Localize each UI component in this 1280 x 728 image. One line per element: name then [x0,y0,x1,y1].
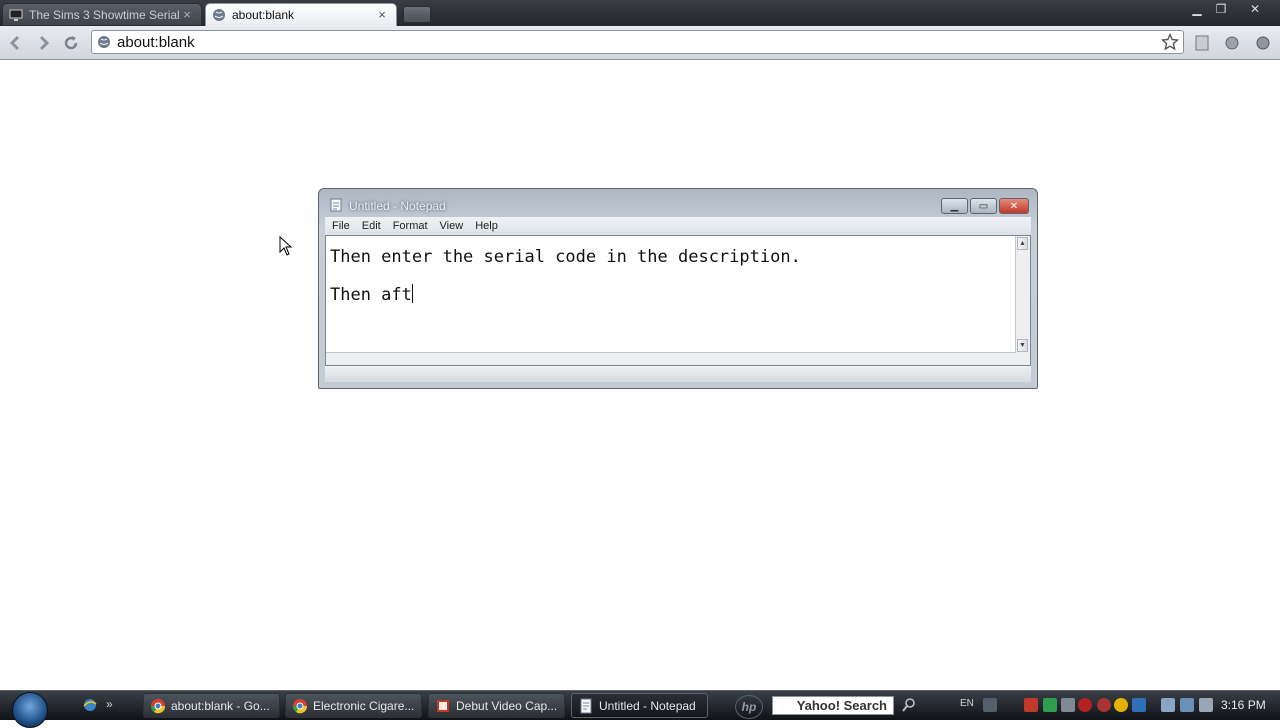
reload-icon [64,36,78,50]
forward-button[interactable] [32,32,54,54]
forward-arrow-icon [39,35,50,51]
network-icon[interactable] [1180,698,1194,712]
notepad-window[interactable]: Untitled - Notepad ▁ ▭ ✕ File Edit Forma… [318,188,1038,389]
new-tab-button[interactable] [403,6,431,23]
task-chrome-about-blank[interactable]: about:blank - Go... [143,693,280,718]
minimize-icon[interactable]: ▁ [1186,0,1208,18]
back-button[interactable] [5,32,27,54]
keyboard-icon[interactable] [983,698,997,712]
task-label: Debut Video Cap... [456,698,558,713]
tab-about-blank[interactable]: about:blank × [205,3,397,26]
quick-launch-ie-icon[interactable] [82,697,98,713]
extension-glyph [1256,36,1270,50]
hp-logo: hp [735,695,763,719]
messenger-icon[interactable] [1114,698,1128,712]
menu-edit[interactable]: Edit [357,220,386,232]
globe-icon [213,9,225,21]
page-icon [98,36,110,48]
horizontal-scrollbar[interactable] [326,352,1016,365]
scroll-up-icon[interactable]: ▲ [1017,237,1028,250]
restore-icon[interactable]: ❐ [1210,0,1232,18]
quick-launch-more-icon[interactable]: » [106,697,122,713]
extension-icon[interactable] [1252,32,1274,54]
text-content: Then enter the serial code in the descri… [330,238,801,314]
language-indicator[interactable]: EN [960,698,974,709]
text-line-2-content: Then aft [330,285,412,305]
monitor-icon [9,9,23,21]
notepad-maximize-button[interactable]: ▭ [970,198,997,214]
tab-title: about:blank [232,8,295,22]
page-icon [1195,35,1209,51]
clock[interactable]: 3:16 PM [1221,698,1266,712]
tab-strip: The Sims 3 Showtime Serial... × about:bl… [0,0,1280,26]
reload-button[interactable] [60,32,82,54]
task-chrome-electronic-cigarette[interactable]: Electronic Cigare... [285,693,422,718]
notepad-icon [580,698,592,713]
yahoo-search-box[interactable]: Yahoo! Search [772,696,894,715]
tab-close-icon[interactable]: × [181,8,193,21]
wrench-icon[interactable] [1221,32,1243,54]
browser-toolbar [0,26,1280,60]
notepad-close-button[interactable]: ✕ [999,198,1029,214]
wrench-glyph [1225,36,1239,50]
page-menu-icon[interactable] [1191,32,1213,54]
address-input[interactable] [111,32,1161,52]
text-caret [411,284,413,303]
text-line-2: Then aft [330,276,801,314]
volume-icon[interactable] [1199,698,1213,712]
menu-view[interactable]: View [435,220,469,232]
chrome-icon [150,698,166,713]
notepad-menubar: File Edit Format View Help [325,217,1031,235]
chrome-icon [292,698,308,713]
tab-close-icon[interactable]: × [376,8,388,21]
menu-help[interactable]: Help [470,220,503,232]
taskbar: » about:blank - Go... Electronic Cigare.… [0,690,1280,728]
back-arrow-icon [9,35,20,51]
task-label: Electronic Cigare... [313,698,415,713]
notepad-text-area[interactable]: Then enter the serial code in the descri… [325,235,1031,366]
close-window-icon[interactable]: ✕ [1244,0,1266,18]
notepad-icon [330,198,342,212]
antivirus-icon[interactable] [1024,698,1038,712]
security-shield-icon[interactable] [1043,698,1057,712]
text-line-1: Then enter the serial code in the descri… [330,247,801,267]
device-icon[interactable] [1061,698,1075,712]
battery-icon[interactable] [1161,698,1175,712]
menu-file[interactable]: File [327,220,355,232]
notepad-statusbar [325,366,1031,382]
scroll-down-icon[interactable]: ▼ [1017,339,1028,352]
tab-title: The Sims 3 Showtime Serial... [29,7,181,22]
debut-icon [437,699,449,712]
menu-format[interactable]: Format [388,220,433,232]
bluetooth-icon[interactable] [1132,698,1146,712]
address-bar[interactable] [91,30,1184,54]
start-button[interactable] [12,692,48,728]
bookmark-star-icon[interactable] [1161,33,1179,51]
tab-sims3-serial[interactable]: The Sims 3 Showtime Serial... × [2,3,202,26]
task-label: about:blank - Go... [171,698,270,713]
opera-icon[interactable] [1078,698,1092,712]
vertical-scrollbar[interactable]: ▲ ▼ [1015,236,1030,365]
task-debut-video-capture[interactable]: Debut Video Cap... [428,693,565,718]
alert-icon[interactable] [1097,698,1111,712]
notepad-minimize-button[interactable]: ▁ [941,198,968,214]
task-label: Untitled - Notepad [599,698,696,713]
task-notepad[interactable]: Untitled - Notepad [571,693,708,718]
window-title: Untitled - Notepad [349,199,446,213]
mouse-pointer-icon [279,236,293,256]
search-icon[interactable] [901,697,917,713]
